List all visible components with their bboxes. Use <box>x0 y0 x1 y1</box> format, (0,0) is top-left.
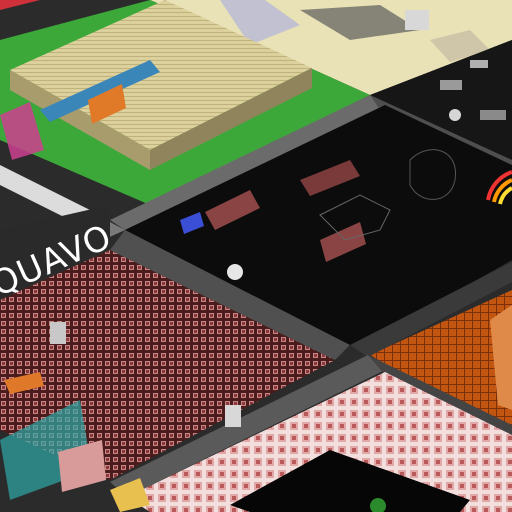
game-viewport[interactable]: QUAVO <box>0 0 512 512</box>
